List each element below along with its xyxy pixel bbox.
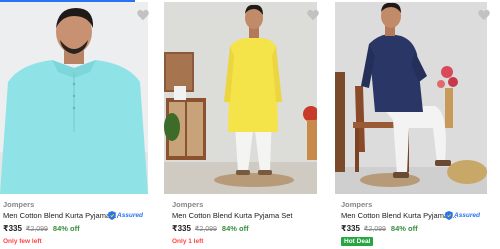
selling-price: ₹335	[341, 224, 360, 233]
discount-percent: 84% off	[52, 224, 80, 233]
original-price: ₹2,099	[25, 226, 48, 233]
wishlist-heart-icon[interactable]	[477, 8, 491, 22]
wishlist-heart-icon[interactable]	[136, 8, 150, 22]
stock-note: Only few left	[3, 238, 42, 245]
selling-price: ₹335	[3, 224, 22, 233]
product-image[interactable]	[164, 2, 317, 194]
discount-percent: 84% off	[390, 224, 418, 233]
product-brand: Jompers	[172, 200, 204, 209]
assured-shield-icon	[445, 210, 453, 220]
product-image[interactable]	[0, 2, 148, 194]
price-row: ₹335 ₹2,099 84% off	[172, 224, 249, 233]
product-title[interactable]: Men Cotton Blend Kurta Pyjama ...	[341, 211, 456, 220]
product-brand: Jompers	[3, 200, 35, 209]
product-card[interactable]: Jompers Men Cotton Blend Kurta Pyjama ..…	[0, 2, 163, 249]
discount-percent: 84% off	[221, 224, 249, 233]
product-image[interactable]	[335, 2, 487, 194]
assured-badge: Assured	[108, 210, 143, 220]
original-price: ₹2,099	[194, 226, 217, 233]
selling-price: ₹335	[172, 224, 191, 233]
original-price: ₹2,099	[363, 226, 386, 233]
hot-deal-badge: Hot Deal	[341, 237, 374, 246]
price-row: ₹335 ₹2,099 84% off	[3, 224, 80, 233]
assured-badge: Assured	[445, 210, 480, 220]
wishlist-heart-icon[interactable]	[306, 8, 320, 22]
price-row: ₹335 ₹2,099 84% off	[341, 224, 418, 233]
assured-shield-icon	[108, 210, 116, 220]
product-title[interactable]: Men Cotton Blend Kurta Pyjama Set	[172, 211, 292, 220]
product-brand: Jompers	[341, 200, 373, 209]
product-title[interactable]: Men Cotton Blend Kurta Pyjama ...	[3, 211, 118, 220]
stock-note: Only 1 left	[172, 238, 204, 245]
product-card[interactable]: Jompers Men Cotton Blend Kurta Pyjama ..…	[335, 2, 500, 249]
product-card[interactable]: Jompers Men Cotton Blend Kurta Pyjama Se…	[164, 2, 331, 249]
